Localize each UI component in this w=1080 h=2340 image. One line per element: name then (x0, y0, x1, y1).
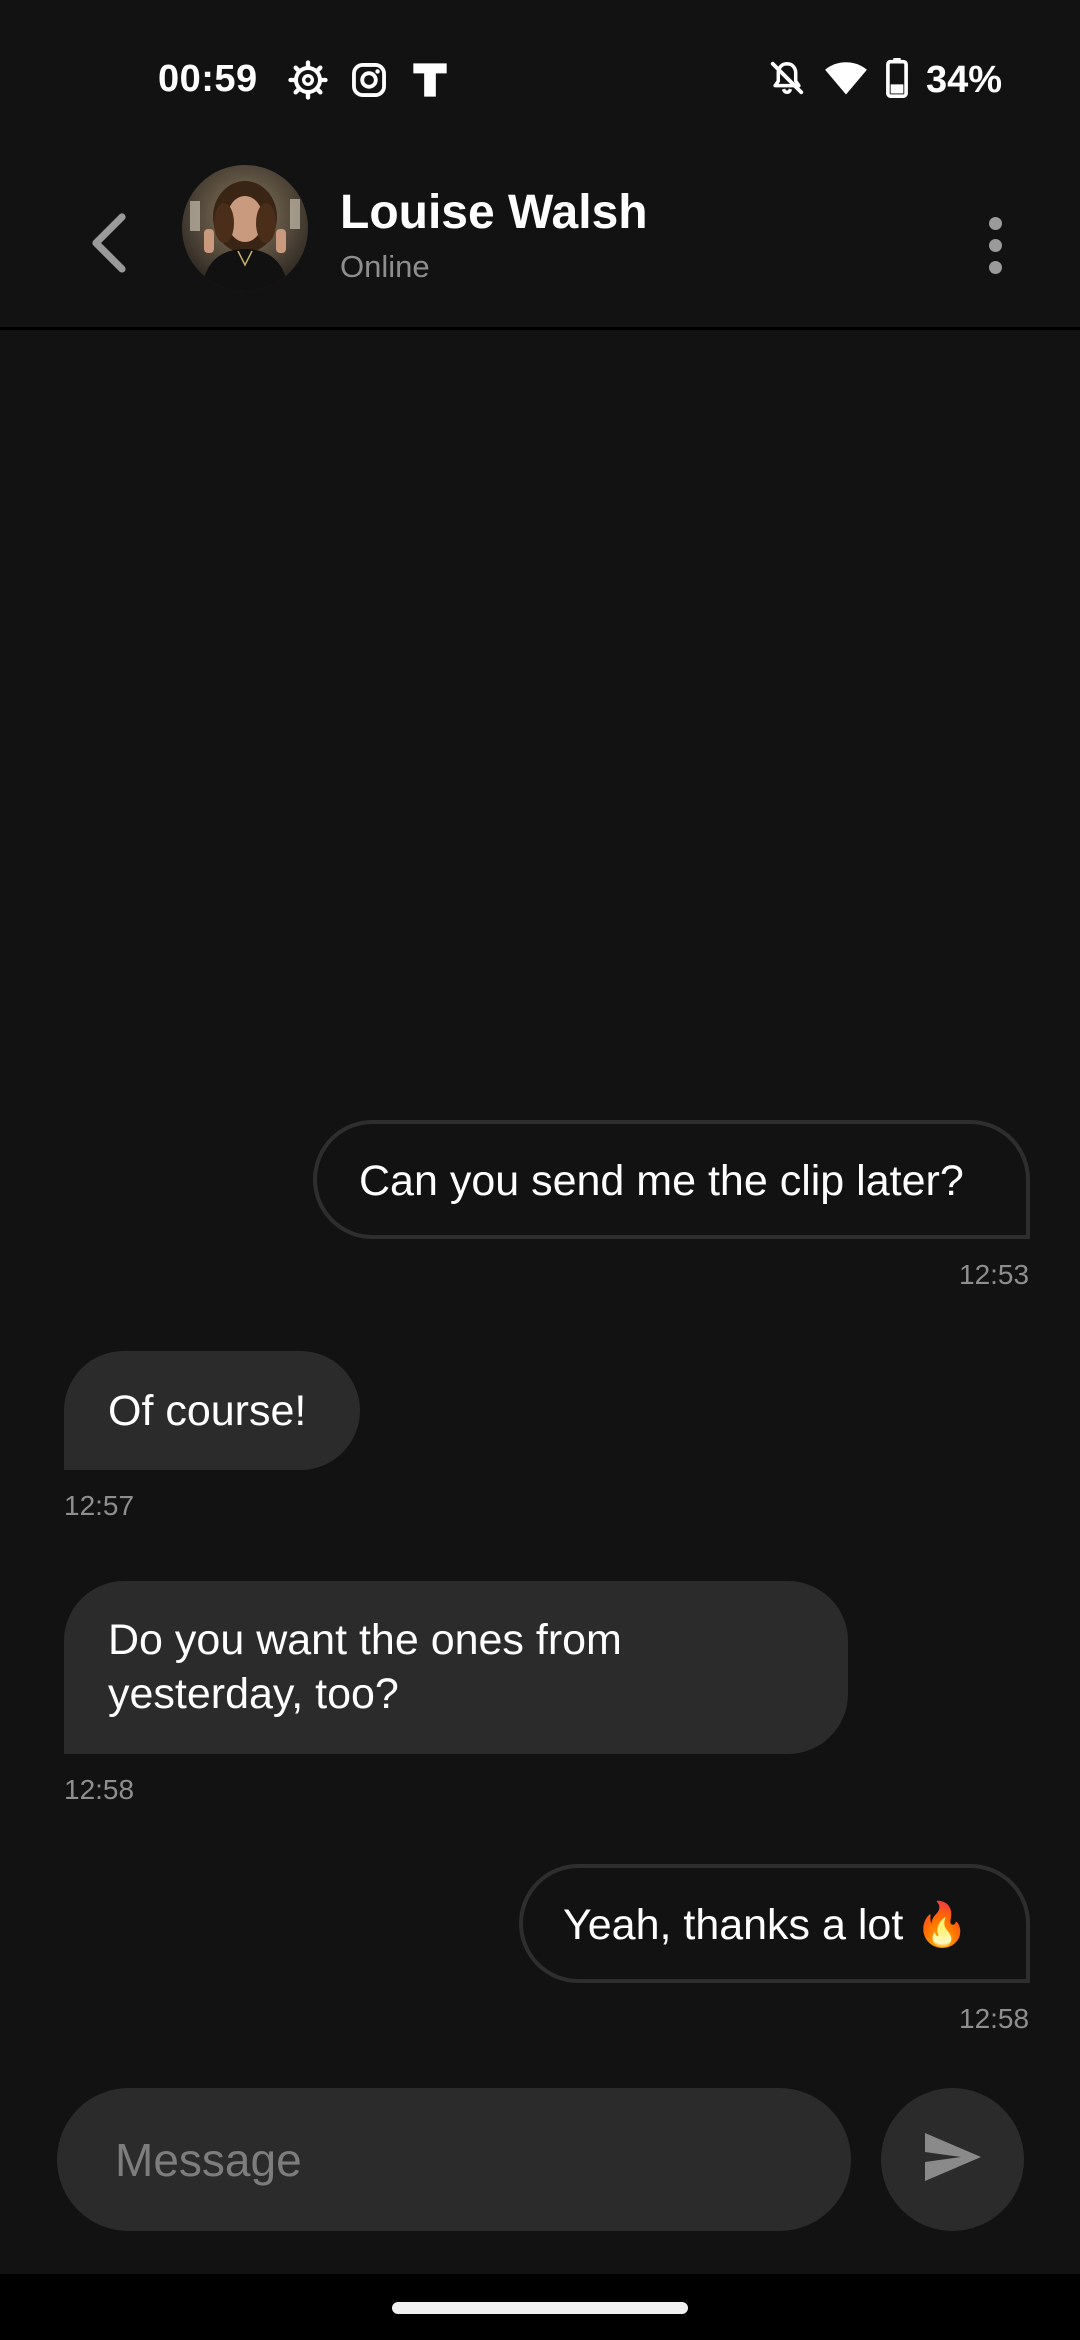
send-icon (921, 2129, 985, 2190)
message-time: 12:58 (959, 2003, 1030, 2034)
instagram-icon (350, 61, 388, 104)
battery-percentage: 34% (925, 59, 1002, 101)
status-bar: 00:59 34% (0, 0, 1080, 165)
message-text: Of course! (108, 1387, 307, 1435)
incoming-message[interactable]: Of course! (64, 1351, 360, 1470)
message-text-line: yesterday, too? (108, 1670, 399, 1718)
navigation-bar (0, 2274, 1080, 2340)
wifi-icon (824, 59, 868, 102)
message-time: 12:57 (64, 1490, 135, 1521)
chat-header: Louise Walsh Online (0, 165, 1080, 330)
outgoing-message[interactable]: Can you send me the clip later? (313, 1120, 1030, 1239)
home-indicator[interactable] (392, 2302, 688, 2314)
chat-screen: 00:59 34% Louise Walsh Online Can you se… (0, 0, 1080, 2340)
more-vert-icon (988, 216, 1002, 230)
message-text-line: Do you want the ones from (108, 1616, 622, 1664)
contact-name[interactable]: Louise Walsh (340, 185, 648, 240)
incoming-message[interactable]: Do you want the ones from yesterday, too… (64, 1581, 848, 1754)
battery-icon (886, 58, 908, 103)
status-left-icons (288, 60, 450, 105)
settings-gear-icon (288, 60, 328, 105)
message-text: Yeah, thanks a lot 🔥 (563, 1901, 969, 1949)
status-time: 00:59 (158, 58, 258, 100)
message-text: Can you send me the clip later? (359, 1157, 964, 1205)
back-button[interactable] (70, 195, 150, 295)
contact-status: Online (340, 249, 430, 284)
message-time: 12:53 (959, 1259, 1030, 1290)
contact-avatar[interactable] (182, 165, 308, 291)
outgoing-message[interactable]: Yeah, thanks a lot 🔥 (519, 1864, 1030, 1983)
message-input[interactable] (57, 2088, 851, 2231)
more-options-button[interactable] (960, 195, 1030, 295)
message-time: 12:58 (64, 1774, 135, 1805)
status-right-icons: 34% (768, 58, 1002, 103)
t-app-icon (410, 60, 450, 105)
notifications-off-icon (768, 59, 806, 102)
send-button[interactable] (881, 2088, 1024, 2231)
chevron-left-icon (86, 211, 134, 280)
